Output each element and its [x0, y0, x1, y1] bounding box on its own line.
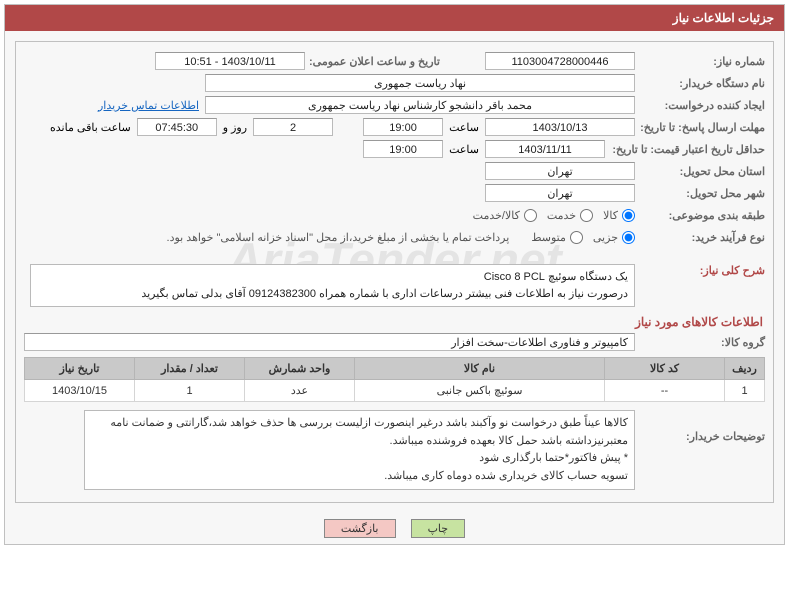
- cell-date: 1403/10/15: [25, 380, 135, 402]
- radio-cat-both[interactable]: کالا/خدمت: [473, 209, 537, 222]
- value-remain-time: 07:45:30: [137, 118, 217, 136]
- value-need-no: 1103004728000446: [485, 52, 635, 70]
- summary-line1: یک دستگاه سوئیچ Cisco 8 PCL: [37, 269, 628, 286]
- label-time-1: ساعت: [443, 121, 485, 134]
- payment-note: پرداخت تمام یا بخشی از مبلغ خرید،از محل …: [167, 231, 510, 244]
- label-validity: حداقل تاریخ اعتبار قیمت: تا تاریخ:: [605, 143, 765, 156]
- label-requester: ایجاد کننده درخواست:: [635, 99, 765, 112]
- value-requester: محمد باقر دانشجو کارشناس نهاد ریاست جمهو…: [205, 96, 635, 114]
- value-validity-date: 1403/11/11: [485, 140, 605, 158]
- label-category: طبقه بندی موضوعی:: [635, 209, 765, 222]
- radio-proc-medium[interactable]: متوسط: [531, 231, 583, 244]
- radio-cat-goods-input[interactable]: [622, 209, 635, 222]
- label-buyer-notes: توضیحات خریدار:: [635, 410, 765, 443]
- value-deadline-time: 19:00: [363, 118, 443, 136]
- th-unit: واحد شمارش: [245, 358, 355, 380]
- buyer-note-line3: تسویه حساب کالای خریداری شده دوماه کاری …: [91, 468, 628, 486]
- value-remain-days: 2: [253, 118, 333, 136]
- value-announce-time: 1403/10/11 - 10:51: [155, 52, 305, 70]
- radio-proc-small-input[interactable]: [622, 231, 635, 244]
- buyer-notes-box: کالاها عیناً طبق درخواست نو وآکبند باشد …: [84, 410, 635, 490]
- th-name: نام کالا: [355, 358, 605, 380]
- buyer-note-line2: * پیش فاکتور*حتما بارگذاری شود: [91, 450, 628, 468]
- cell-code: --: [605, 380, 725, 402]
- label-time-2: ساعت: [443, 143, 485, 156]
- cell-name: سوئیچ باکس جانبی: [355, 380, 605, 402]
- cell-qty: 1: [135, 380, 245, 402]
- value-deadline-date: 1403/10/13: [485, 118, 635, 136]
- button-row: چاپ بازگشت: [5, 513, 784, 544]
- value-province: تهران: [485, 162, 635, 180]
- cell-n: 1: [725, 380, 765, 402]
- label-province: استان محل تحویل:: [635, 165, 765, 178]
- radio-proc-medium-input[interactable]: [570, 231, 583, 244]
- back-button[interactable]: بازگشت: [324, 519, 396, 538]
- buyer-note-line1: کالاها عیناً طبق درخواست نو وآکبند باشد …: [91, 415, 628, 450]
- radio-cat-service[interactable]: خدمت: [547, 209, 593, 222]
- label-remaining: ساعت باقی مانده: [44, 121, 137, 134]
- label-city: شهر محل تحویل:: [635, 187, 765, 200]
- buyer-contact-link[interactable]: اطلاعات تماس خریدار: [92, 99, 205, 112]
- label-announce-time: تاریخ و ساعت اعلان عمومی:: [305, 55, 485, 68]
- radio-cat-both-input[interactable]: [524, 209, 537, 222]
- items-table: ردیف کد کالا نام کالا واحد شمارش تعداد /…: [24, 357, 765, 402]
- value-buyer-org: نهاد ریاست جمهوری: [205, 74, 635, 92]
- label-summary: شرح کلی نیاز:: [635, 264, 765, 277]
- details-panel: جزئیات اطلاعات نیاز AriaTender.net شماره…: [4, 4, 785, 545]
- label-deadline: مهلت ارسال پاسخ: تا تاریخ:: [635, 121, 765, 134]
- label-proc-type: نوع فرآیند خرید:: [635, 231, 765, 244]
- th-qty: تعداد / مقدار: [135, 358, 245, 380]
- label-day-and: روز و: [217, 121, 253, 134]
- cell-unit: عدد: [245, 380, 355, 402]
- panel-title: جزئیات اطلاعات نیاز: [5, 5, 784, 31]
- label-item-group: گروه کالا:: [635, 336, 765, 349]
- th-date: تاریخ نیاز: [25, 358, 135, 380]
- radio-cat-goods[interactable]: کالا: [603, 209, 635, 222]
- summary-line2: درصورت نیاز به اطلاعات فنی بیشتر درساعات…: [37, 286, 628, 303]
- th-row: ردیف: [725, 358, 765, 380]
- items-section-title: اطلاعات کالاهای مورد نیاز: [20, 309, 769, 331]
- radio-cat-service-input[interactable]: [580, 209, 593, 222]
- table-row: 1 -- سوئیچ باکس جانبی عدد 1 1403/10/15: [25, 380, 765, 402]
- value-validity-time: 19:00: [363, 140, 443, 158]
- print-button[interactable]: چاپ: [411, 519, 466, 538]
- value-city: تهران: [485, 184, 635, 202]
- label-need-no: شماره نیاز:: [635, 55, 765, 68]
- th-code: کد کالا: [605, 358, 725, 380]
- radio-proc-small[interactable]: جزیی: [593, 231, 635, 244]
- label-buyer-org: نام دستگاه خریدار:: [635, 77, 765, 90]
- panel-body: AriaTender.net شماره نیاز: 1103004728000…: [15, 41, 774, 503]
- value-item-group: کامپیوتر و فناوری اطلاعات-سخت افزار: [24, 333, 635, 351]
